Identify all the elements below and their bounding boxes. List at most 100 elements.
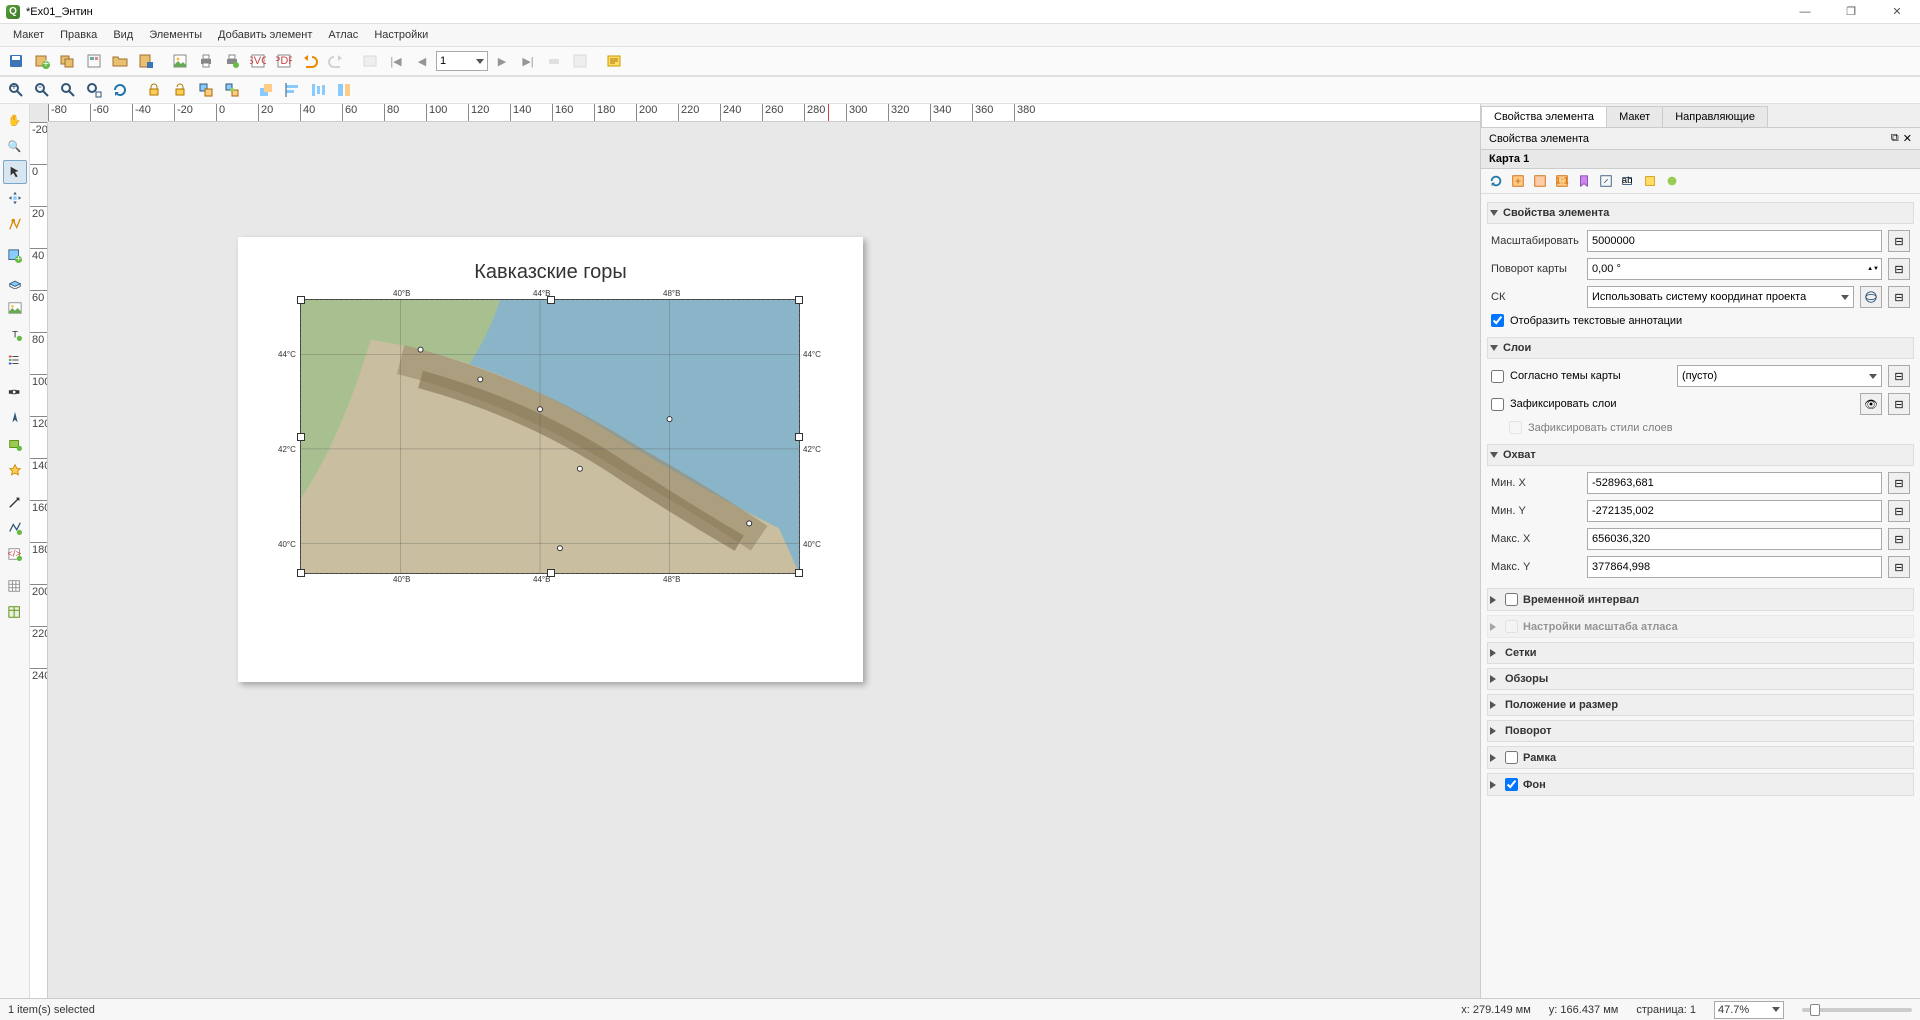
view-extent-button[interactable] (1531, 172, 1549, 190)
theme-override-button[interactable]: ⊟ (1888, 365, 1910, 387)
lock-layers-override-button[interactable]: ⊟ (1888, 393, 1910, 415)
maxx-input[interactable]: 656036,320 (1587, 528, 1882, 550)
tab-guides[interactable]: Направляющие (1662, 106, 1768, 127)
menu-add-item[interactable]: Добавить элемент (211, 26, 319, 44)
atlas-prev-button[interactable]: ◀ (410, 49, 434, 73)
add-arrow-tool[interactable] (3, 490, 27, 514)
lock-layers-checkbox[interactable] (1491, 398, 1504, 411)
add-fixedtable-tool[interactable] (3, 600, 27, 624)
align-button[interactable] (280, 78, 304, 102)
undock-icon[interactable]: ⧉ (1891, 132, 1899, 145)
minimize-button[interactable]: — (1782, 0, 1828, 24)
section-layers[interactable]: Слои (1487, 337, 1914, 359)
tab-item-properties[interactable]: Свойства элемента (1481, 106, 1607, 127)
add-marker-tool[interactable] (3, 458, 27, 482)
lock-layers-eye-button[interactable]: 👁 (1860, 393, 1882, 415)
atlas-print-button[interactable] (542, 49, 566, 73)
scale-input[interactable]: 5000000 (1587, 230, 1882, 252)
atlas-next-button[interactable]: ▶ (490, 49, 514, 73)
zoom-slider-thumb[interactable] (1810, 1004, 1820, 1016)
theme-button[interactable] (1663, 172, 1681, 190)
tab-layout[interactable]: Макет (1606, 106, 1663, 127)
duplicate-layout-button[interactable] (56, 49, 80, 73)
menu-atlas[interactable]: Атлас (321, 26, 365, 44)
save-template-button[interactable] (134, 49, 158, 73)
section-position[interactable]: Положение и размер (1487, 694, 1914, 716)
section-temporal[interactable]: Временной интервал (1487, 588, 1914, 611)
section-rotation[interactable]: Поворот (1487, 720, 1914, 742)
new-layout-button[interactable]: + (30, 49, 54, 73)
temporal-checkbox[interactable] (1505, 593, 1518, 606)
menu-edit[interactable]: Правка (53, 26, 104, 44)
section-atlas[interactable]: Настройки масштаба атласа (1487, 615, 1914, 638)
atlas-first-button[interactable]: |◀ (384, 49, 408, 73)
vertical-ruler[interactable]: -20020406080100120140160180200220240 (30, 122, 48, 998)
atlas-toggle-button[interactable] (358, 49, 382, 73)
print-atlas-button[interactable] (220, 49, 244, 73)
handle-s[interactable] (547, 569, 555, 577)
atlas-last-button[interactable]: ▶| (516, 49, 540, 73)
export-image-button[interactable] (168, 49, 192, 73)
crs-picker-button[interactable] (1860, 286, 1882, 308)
handle-e[interactable] (795, 433, 803, 441)
zoom-combo[interactable]: 47.7% (1714, 1001, 1784, 1019)
section-main-props[interactable]: Свойства элемента (1487, 202, 1914, 224)
zoom-tool[interactable]: 🔍 (3, 134, 27, 158)
rotation-override-button[interactable]: ⊟ (1888, 258, 1910, 280)
add-scalebar-tool[interactable] (3, 380, 27, 404)
add-shape-tool[interactable] (3, 432, 27, 456)
handle-ne[interactable] (795, 296, 803, 304)
export-pdf-button[interactable]: PDF (272, 49, 296, 73)
section-overviews[interactable]: Обзоры (1487, 668, 1914, 690)
section-extent[interactable]: Охват (1487, 444, 1914, 466)
add-legend-tool[interactable] (3, 348, 27, 372)
add-nodeitem-tool[interactable] (3, 516, 27, 540)
set-extent-button[interactable] (1509, 172, 1527, 190)
add-picture-tool[interactable] (3, 296, 27, 320)
menu-items[interactable]: Элементы (142, 26, 209, 44)
redo-button[interactable] (324, 49, 348, 73)
add-label-tool[interactable]: T (3, 322, 27, 346)
zoom-actual-button[interactable] (82, 78, 106, 102)
labeling-button[interactable]: ab (1619, 172, 1637, 190)
miny-input[interactable]: -272135,002 (1587, 500, 1882, 522)
section-grids[interactable]: Сетки (1487, 642, 1914, 664)
page[interactable]: Кавказские горы (238, 237, 863, 682)
layout-canvas[interactable]: Кавказские горы (48, 122, 1480, 998)
atlas-export-button[interactable] (568, 49, 592, 73)
handle-w[interactable] (297, 433, 305, 441)
crs-override-button[interactable]: ⊟ (1888, 286, 1910, 308)
menu-settings[interactable]: Настройки (367, 26, 435, 44)
maximize-button[interactable]: ❐ (1828, 0, 1874, 24)
atlas-settings-button[interactable] (602, 49, 626, 73)
export-svg-button[interactable]: SVG (246, 49, 270, 73)
add-html-tool[interactable]: </> (3, 542, 27, 566)
bookmarks-button[interactable] (1575, 172, 1593, 190)
follow-theme-checkbox[interactable] (1491, 370, 1504, 383)
undo-button[interactable] (298, 49, 322, 73)
add-northarrow-tool[interactable] (3, 406, 27, 430)
refresh-map-button[interactable] (1487, 172, 1505, 190)
zoom-out-button[interactable]: - (30, 78, 54, 102)
lock-button[interactable] (142, 78, 166, 102)
edit-nodes-tool[interactable] (3, 212, 27, 236)
save-button[interactable] (4, 49, 28, 73)
draw-annotations-checkbox[interactable] (1491, 314, 1504, 327)
move-content-tool[interactable] (3, 186, 27, 210)
add-3dmap-tool[interactable] (3, 270, 27, 294)
select-tool[interactable] (3, 160, 27, 184)
section-background[interactable]: Фон (1487, 773, 1914, 796)
handle-nw[interactable] (297, 296, 305, 304)
ungroup-button[interactable] (220, 78, 244, 102)
add-map-tool[interactable]: + (3, 244, 27, 268)
close-panel-icon[interactable]: ✕ (1903, 132, 1912, 145)
section-frame[interactable]: Рамка (1487, 746, 1914, 769)
clip-button[interactable] (1641, 172, 1659, 190)
zoom-slider[interactable] (1802, 1008, 1912, 1012)
resize-button[interactable] (332, 78, 356, 102)
zoom-in-button[interactable]: + (4, 78, 28, 102)
background-checkbox[interactable] (1505, 778, 1518, 791)
group-button[interactable] (194, 78, 218, 102)
menu-layout[interactable]: Макет (6, 26, 51, 44)
add-attrtable-tool[interactable] (3, 574, 27, 598)
